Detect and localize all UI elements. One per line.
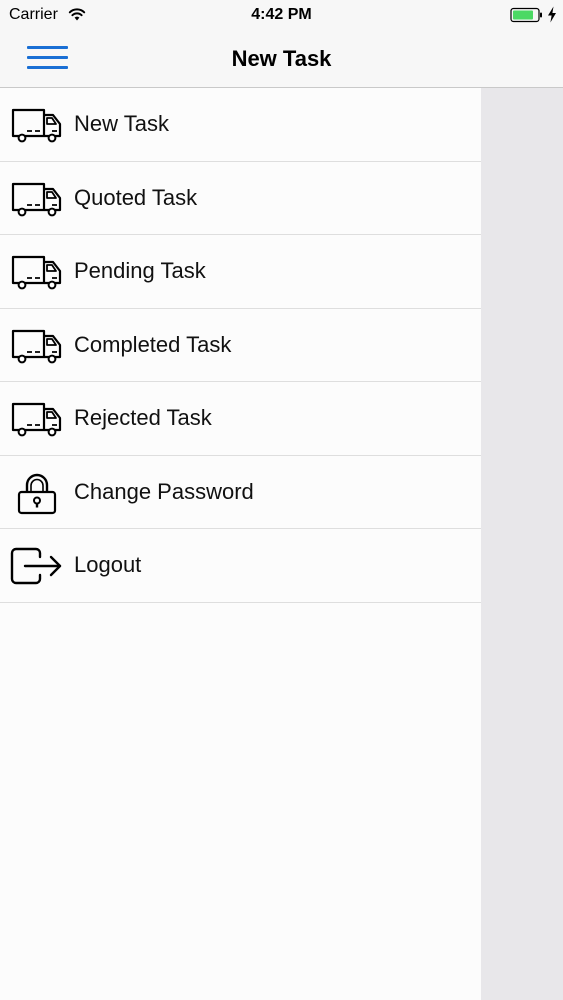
- side-drawer: New Task Quoted Task Pending Task Comple…: [0, 88, 481, 1000]
- menu-item-change-password[interactable]: Change Password: [0, 456, 481, 529]
- logout-icon: [10, 547, 62, 585]
- truck-icon: [11, 182, 62, 216]
- menu-item-label: Rejected Task: [74, 405, 212, 430]
- battery-icon: [510, 7, 542, 23]
- menu-item-label: Quoted Task: [74, 184, 198, 210]
- menu-item-label: Completed Task: [74, 331, 232, 357]
- lock-icon: [17, 473, 57, 514]
- charging-icon: [548, 6, 556, 23]
- status-bar: Carrier 4:42 PM: [0, 0, 563, 30]
- menu-item-label: Logout: [74, 552, 142, 577]
- hamburger-menu-icon-bar: [27, 66, 68, 69]
- menu-item-label: Change Password: [74, 478, 254, 504]
- menu-item-label: New Task: [74, 111, 169, 136]
- drawer-backdrop-overlay[interactable]: [481, 88, 563, 1000]
- page-title: New Task: [231, 46, 332, 71]
- nav-bar: New Task: [0, 30, 563, 88]
- menu-item-rejected-task[interactable]: Rejected Task: [0, 382, 481, 456]
- menu-item-quoted-task[interactable]: Quoted Task: [0, 162, 481, 235]
- menu-item-pending-task[interactable]: Pending Task: [0, 235, 481, 309]
- truck-icon: [11, 402, 62, 437]
- truck-icon: [11, 329, 62, 363]
- menu-item-completed-task[interactable]: Completed Task: [0, 309, 481, 382]
- truck-icon: [11, 108, 62, 143]
- hamburger-menu-icon: [27, 46, 68, 49]
- menu-item-logout[interactable]: Logout: [0, 529, 481, 603]
- hamburger-menu-button[interactable]: [22, 38, 74, 78]
- status-time: 4:42 PM: [251, 6, 312, 23]
- truck-icon: [11, 255, 62, 290]
- menu-item-new-task[interactable]: New Task: [0, 88, 481, 162]
- menu-item-label: Pending Task: [74, 258, 206, 283]
- hamburger-menu-icon-bar: [27, 56, 68, 59]
